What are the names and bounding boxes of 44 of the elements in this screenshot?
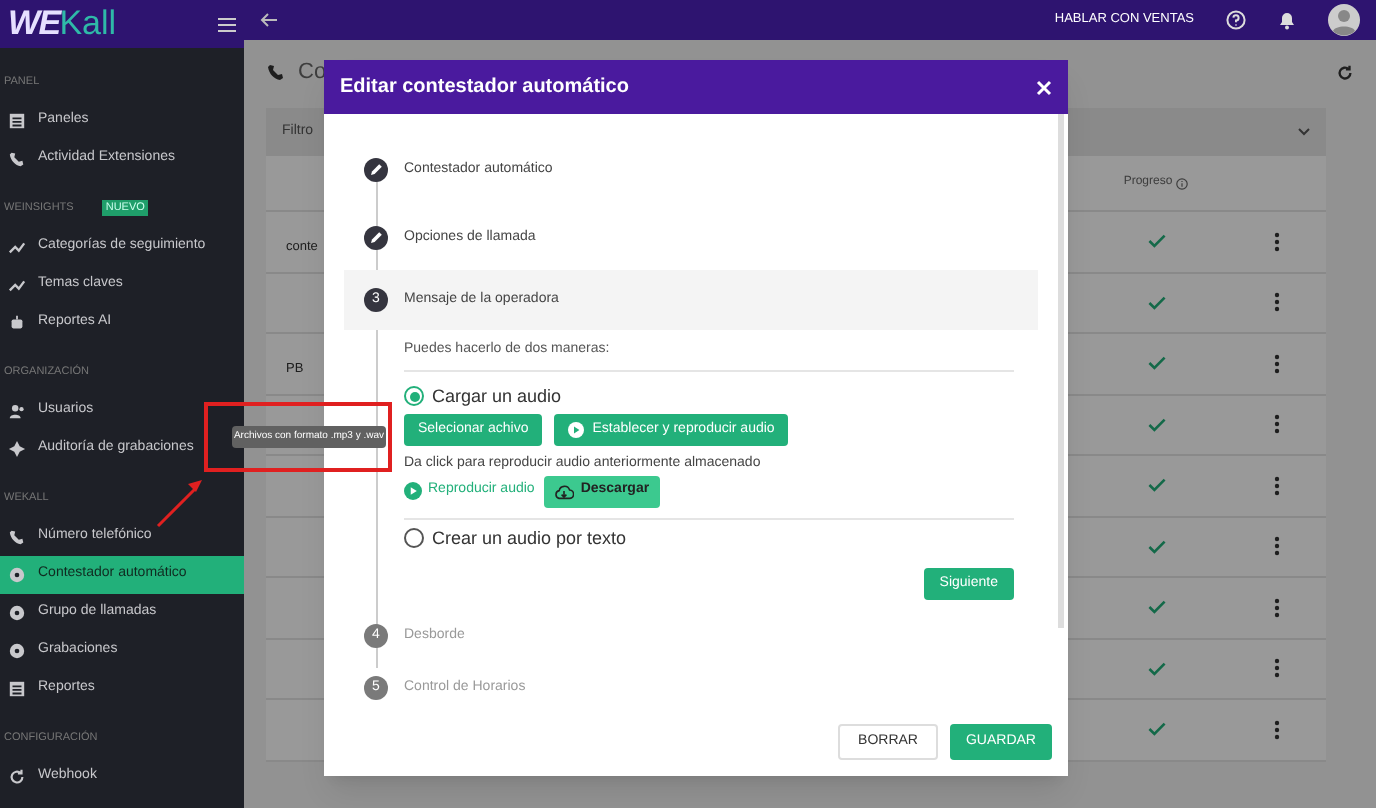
menu-icon[interactable] xyxy=(218,17,236,31)
refresh-icon[interactable] xyxy=(1336,63,1354,81)
dialog-title: Editar contestador automático xyxy=(340,74,629,102)
cloud-download-icon xyxy=(554,483,575,499)
scrollbar[interactable] xyxy=(1058,114,1064,628)
kebab-menu-icon[interactable] xyxy=(1273,658,1279,679)
robot-icon xyxy=(8,314,26,332)
kebab-menu-icon[interactable] xyxy=(1273,597,1279,618)
bell-icon[interactable] xyxy=(1278,10,1296,30)
kebab-menu-icon[interactable] xyxy=(1273,475,1279,496)
disc-icon xyxy=(8,604,26,622)
audit-icon xyxy=(8,440,26,458)
phone-icon xyxy=(8,528,26,546)
trend-icon xyxy=(8,238,26,256)
help-icon[interactable] xyxy=(1226,10,1246,30)
close-icon[interactable] xyxy=(1036,79,1052,95)
kebab-menu-icon[interactable] xyxy=(1273,292,1279,313)
panel-icon xyxy=(8,112,26,130)
arrow-icon xyxy=(156,476,204,528)
chevron-down-icon xyxy=(1298,128,1310,136)
info-icon xyxy=(1176,177,1189,189)
refresh-icon xyxy=(8,768,26,786)
kebab-menu-icon[interactable] xyxy=(1273,414,1279,435)
trend-icon xyxy=(8,276,26,294)
radio-button[interactable] xyxy=(404,528,424,549)
kebab-menu-icon[interactable] xyxy=(1273,719,1279,740)
back-arrow-icon[interactable] xyxy=(260,12,278,28)
disc-icon xyxy=(8,642,26,660)
kebab-menu-icon[interactable] xyxy=(1273,353,1279,374)
play-icon xyxy=(568,422,585,438)
phone-icon xyxy=(8,150,26,168)
option-label: Cargar un audio xyxy=(432,383,562,410)
avatar-icon[interactable] xyxy=(1328,4,1360,36)
phone-icon xyxy=(266,62,286,82)
kebab-menu-icon[interactable] xyxy=(1273,536,1279,557)
panel-icon xyxy=(8,680,26,698)
disc-icon xyxy=(8,566,26,584)
logo-text: WE xyxy=(8,2,60,47)
users-icon xyxy=(8,402,26,420)
logo-accent: Kall xyxy=(59,2,117,47)
option-label: Crear un audio por texto xyxy=(432,525,627,552)
kebab-menu-icon[interactable] xyxy=(1273,231,1279,252)
play-icon xyxy=(404,482,422,500)
radio-button[interactable] xyxy=(404,386,424,407)
